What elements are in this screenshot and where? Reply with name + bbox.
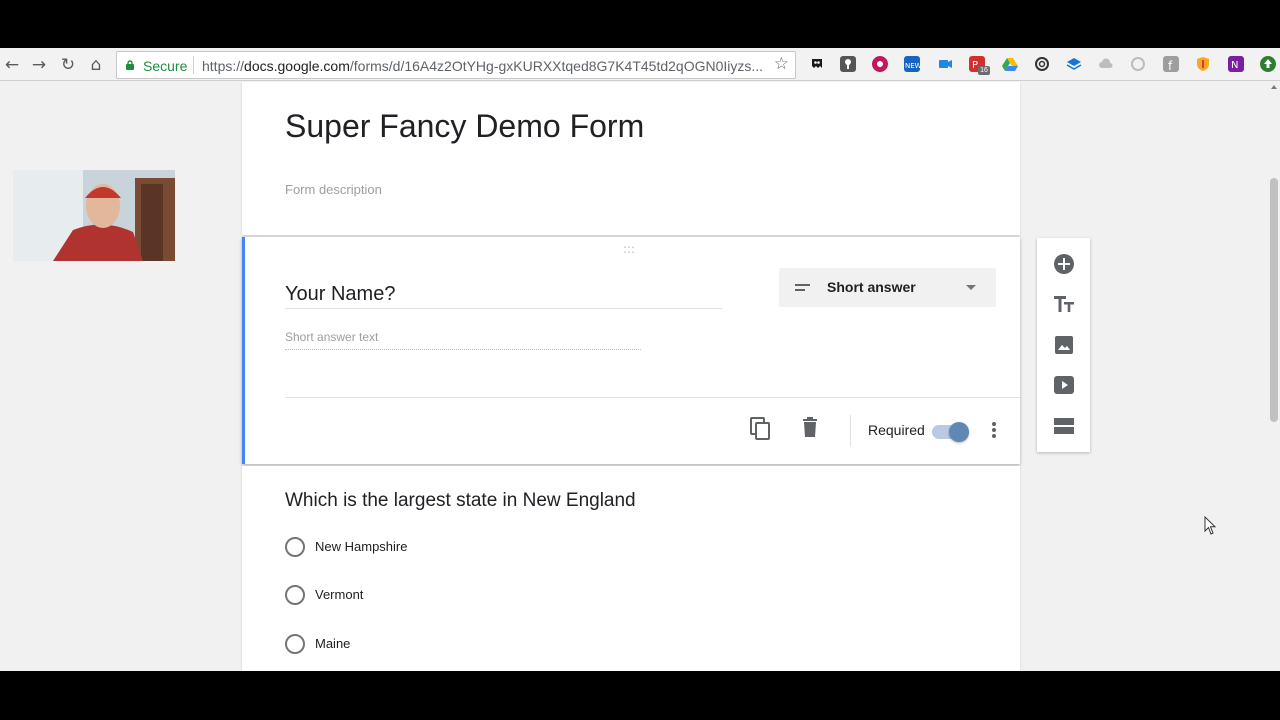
update-extension-icon[interactable]	[1260, 56, 1276, 72]
short-answer-icon	[795, 284, 810, 294]
url-text[interactable]: https://docs.google.com/forms/d/16A4z2Ot…	[202, 58, 762, 74]
option-label[interactable]: New Hampshire	[315, 539, 407, 554]
short-answer-placeholder: Short answer text	[285, 330, 641, 350]
record-extension-icon[interactable]	[872, 56, 888, 72]
keepass-extension-icon[interactable]	[840, 56, 856, 72]
screencast-extension-icon[interactable]	[937, 56, 953, 72]
duplicate-icon[interactable]	[750, 417, 772, 446]
scrollbar-thumb[interactable]	[1270, 178, 1278, 422]
mouse-cursor-icon	[1204, 516, 1217, 535]
form-title-card: Super Fancy Demo Form Form description	[242, 82, 1020, 235]
question-title[interactable]: Which is the largest state in New Englan…	[285, 490, 636, 512]
scroll-up-arrow-icon[interactable]	[1271, 85, 1277, 89]
delete-icon[interactable]	[802, 417, 818, 442]
facebook-extension-icon[interactable]: f	[1163, 56, 1179, 73]
loop-extension-icon[interactable]	[1034, 56, 1050, 72]
news-extension-icon[interactable]: NEW	[904, 56, 922, 72]
side-toolbar	[1037, 238, 1090, 452]
add-section-icon[interactable]	[1052, 414, 1076, 438]
webcam-overlay	[13, 170, 175, 261]
drive-extension-icon[interactable]	[1002, 56, 1018, 72]
add-image-icon[interactable]	[1052, 333, 1076, 357]
form-title[interactable]: Super Fancy Demo Form	[285, 108, 644, 145]
layers-extension-icon[interactable]	[1066, 56, 1082, 72]
add-title-icon[interactable]	[1052, 292, 1076, 316]
secure-label: Secure	[143, 58, 188, 74]
radio-button[interactable]	[285, 634, 305, 654]
svg-text:f: f	[1168, 59, 1173, 72]
url-path: /forms/d/16A4z2OtYHg-gxKURXXtqed8G7K4T45…	[349, 58, 762, 74]
footer-vertical-divider	[850, 415, 851, 447]
grey-circle-extension-icon[interactable]	[1130, 56, 1146, 72]
question-type-dropdown[interactable]: Short answer	[779, 268, 996, 307]
chevron-down-icon	[966, 285, 976, 290]
form-description-field[interactable]: Form description	[285, 182, 382, 197]
page-scrollbar[interactable]	[1268, 82, 1280, 671]
svg-text:N: N	[1231, 60, 1238, 71]
screen: ← → ↻ ⌂ Secure https://docs.google.com/f…	[0, 48, 1280, 671]
url-separator	[193, 56, 194, 74]
more-options-icon[interactable]	[992, 422, 996, 440]
cloud-extension-icon[interactable]	[1098, 56, 1114, 72]
extension-badge: 16	[978, 66, 990, 75]
url-prefix: https://	[202, 58, 245, 74]
question-card-active[interactable]: ⋯ ⋯ Your Name? Short answer Short answer …	[242, 237, 1020, 464]
reload-icon[interactable]: ↻	[57, 54, 79, 76]
back-icon[interactable]: ←	[1, 54, 23, 76]
active-question-accent	[242, 237, 245, 464]
question-title-input[interactable]: Your Name?	[285, 283, 722, 309]
question-footer-divider	[285, 397, 1020, 398]
radio-button[interactable]	[285, 585, 305, 605]
question-type-label: Short answer	[827, 279, 916, 295]
ghostery-extension-icon[interactable]	[809, 56, 825, 72]
add-video-icon[interactable]	[1052, 373, 1076, 397]
bookmark-star-icon[interactable]: ☆	[774, 54, 789, 74]
question-card[interactable]: Which is the largest state in New Englan…	[242, 466, 1020, 671]
shield-extension-icon[interactable]	[1195, 56, 1211, 72]
radio-button[interactable]	[285, 537, 305, 557]
url-host: docs.google.com	[244, 58, 350, 74]
option-label[interactable]: Vermont	[315, 587, 363, 602]
option-label[interactable]: Maine	[315, 636, 350, 651]
browser-toolbar: ← → ↻ ⌂ Secure https://docs.google.com/f…	[0, 48, 1280, 81]
forward-icon[interactable]: →	[28, 54, 50, 76]
drag-handle-icon[interactable]: ⋯ ⋯	[623, 241, 636, 258]
required-label: Required	[868, 422, 925, 438]
svg-text:NEW: NEW	[905, 62, 920, 70]
page-viewport: Super Fancy Demo Form Form description ⋯…	[0, 82, 1268, 671]
lock-icon	[126, 60, 134, 70]
home-icon[interactable]: ⌂	[85, 54, 107, 76]
onenote-extension-icon[interactable]: N	[1228, 56, 1244, 72]
required-toggle-knob[interactable]	[949, 422, 969, 442]
add-question-icon[interactable]	[1052, 252, 1076, 276]
address-bar[interactable]: Secure https://docs.google.com/forms/d/1…	[116, 51, 796, 79]
